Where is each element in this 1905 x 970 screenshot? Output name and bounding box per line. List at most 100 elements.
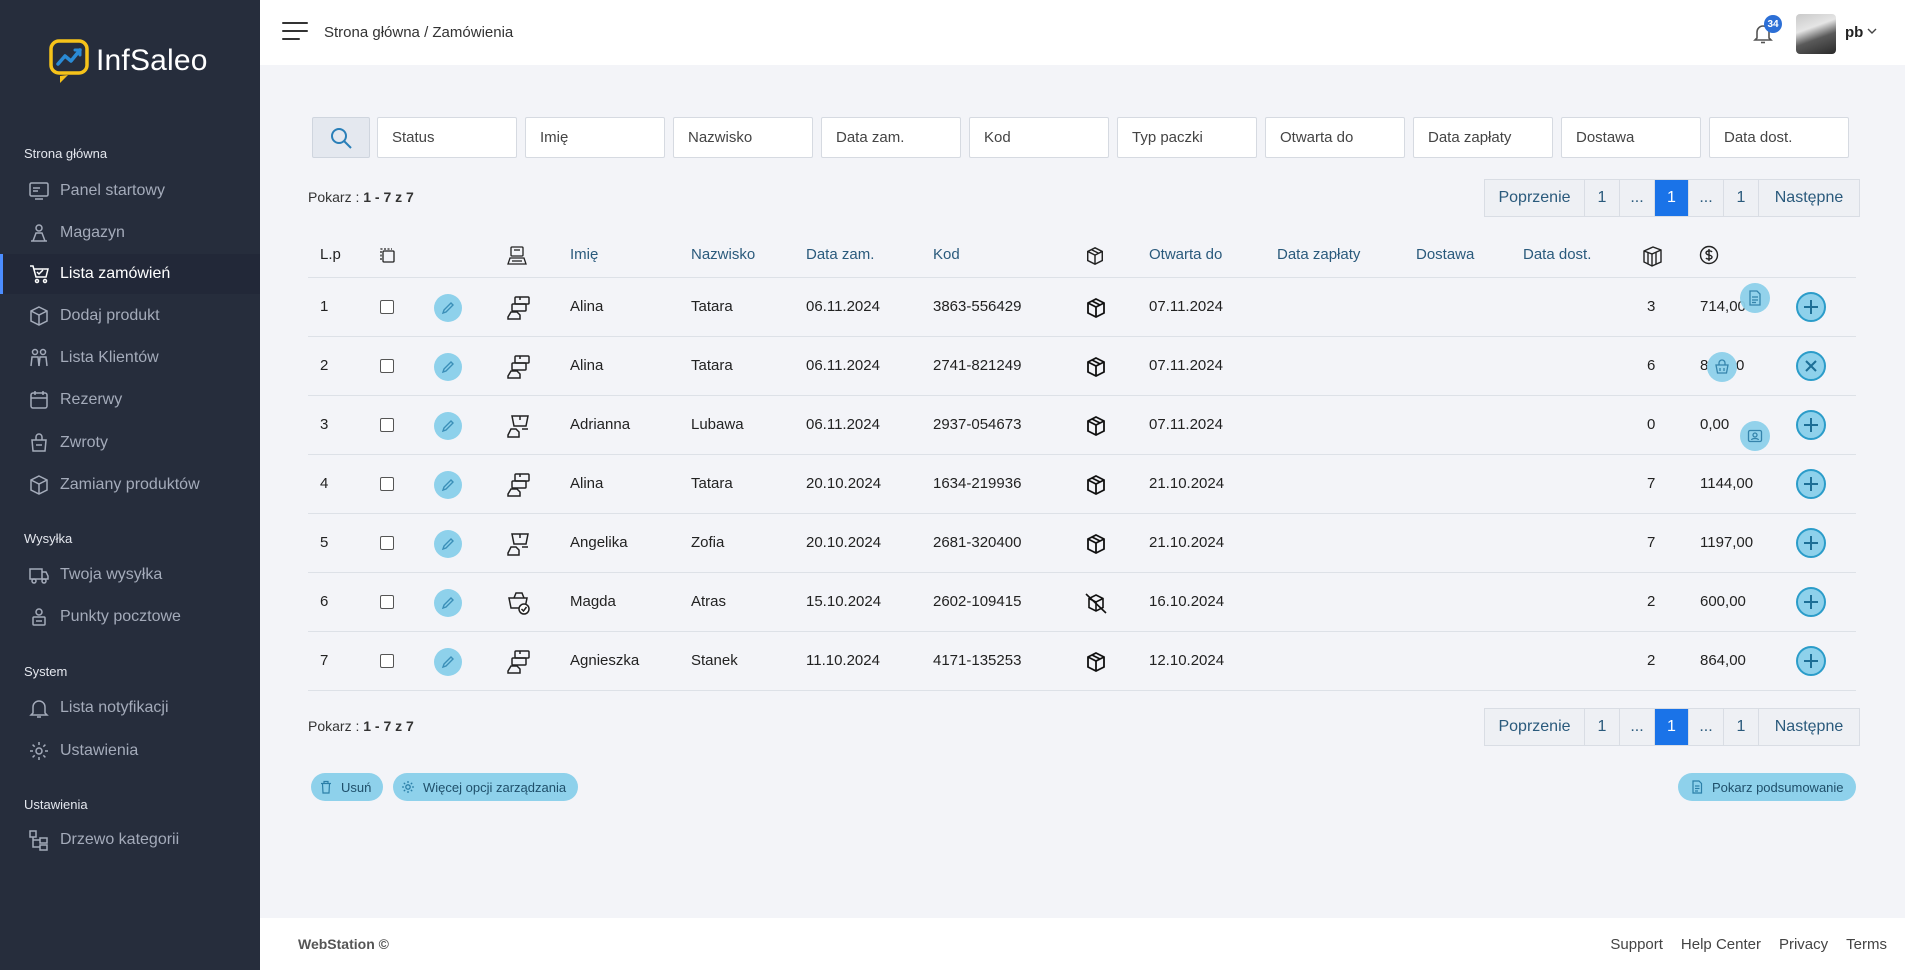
pagination-next[interactable]: Następne <box>1759 180 1859 216</box>
sidebar-item-ustawienia[interactable]: Ustawienia <box>0 731 260 771</box>
user-name[interactable]: pb <box>1845 24 1863 41</box>
filter-dostawa[interactable] <box>1561 117 1701 158</box>
table-row[interactable]: 2 Alina Tatara 06.11.2024 2741-821249 07.11.2… <box>308 337 1856 396</box>
edit-button[interactable] <box>434 530 462 558</box>
sidebar-item-twoja-wysylka[interactable]: Twoja wysyłka <box>0 555 260 595</box>
pagination-current[interactable]: 1 <box>1655 180 1689 216</box>
row-checkbox[interactable] <box>380 536 394 550</box>
footer-link-help-center[interactable]: Help Center <box>1681 936 1761 953</box>
close-button[interactable] <box>1796 351 1826 381</box>
cell-imie: Magda <box>570 593 616 610</box>
cell-data-zam: 20.10.2024 <box>806 475 882 492</box>
filter-data-dost[interactable] <box>1709 117 1849 158</box>
add-button[interactable] <box>1796 469 1826 499</box>
col-kod[interactable]: Kod <box>933 246 960 263</box>
col-imie[interactable]: Imię <box>570 246 598 263</box>
menu-icon[interactable] <box>282 22 308 42</box>
add-button[interactable] <box>1796 646 1826 676</box>
chevron-down-icon[interactable] <box>1867 26 1877 36</box>
cell-otwarta-do: 07.11.2024 <box>1149 298 1223 315</box>
more-options-button[interactable]: Więcej opcji zarządzania <box>393 773 579 801</box>
row-checkbox[interactable] <box>380 654 394 668</box>
col-dostawa[interactable]: Dostawa <box>1416 246 1474 263</box>
sidebar-item-lista-zamowien[interactable]: Lista zamówień <box>0 254 260 294</box>
pagination-current[interactable]: 1 <box>1655 709 1689 745</box>
avatar[interactable] <box>1796 14 1836 54</box>
pagination-first[interactable]: 1 <box>1585 709 1620 745</box>
footer-link-terms[interactable]: Terms <box>1846 936 1887 953</box>
col-data-zaplaty[interactable]: Data zapłaty <box>1277 246 1360 263</box>
sidebar-item-panel[interactable]: Panel startowy <box>0 171 260 211</box>
pagination-last[interactable]: 1 <box>1724 709 1759 745</box>
edit-button[interactable] <box>434 294 462 322</box>
add-button[interactable] <box>1796 292 1826 322</box>
table-row[interactable]: 1 Alina Tatara 06.11.2024 3863-556429 07.11.2… <box>308 278 1856 337</box>
filter-imie[interactable] <box>525 117 665 158</box>
edit-button[interactable] <box>434 471 462 499</box>
add-button[interactable] <box>1796 410 1826 440</box>
customer-card-button[interactable] <box>1740 421 1770 451</box>
sidebar-item-magazyn[interactable]: Magazyn <box>0 213 260 253</box>
filter-data-zam[interactable] <box>821 117 961 158</box>
sidebar-item-punkty-pocztowe[interactable]: Punkty pocztowe <box>0 597 260 637</box>
pagination-prev[interactable]: Poprzenie <box>1485 180 1585 216</box>
post-point-icon <box>28 606 50 628</box>
edit-button[interactable] <box>434 353 462 381</box>
col-data-zam[interactable]: Data zam. <box>806 246 874 263</box>
sidebar-item-zwroty[interactable]: Zwroty <box>0 423 260 463</box>
pagination-bottom: Poprzenie 1 ... 1 ... 1 Następne <box>1484 708 1860 746</box>
brand-logo[interactable]: InfSaleo <box>48 38 208 84</box>
search-button[interactable] <box>312 117 370 158</box>
row-checkbox[interactable] <box>380 359 394 373</box>
sidebar-item-lista-notyfikacji[interactable]: Lista notyfikacji <box>0 688 260 728</box>
table-row[interactable]: 4 Alina Tatara 20.10.2024 1634-219936 21.10.2… <box>308 455 1856 514</box>
table-row[interactable]: 6 Magda Atras 15.10.2024 2602-109415 16.10.20… <box>308 573 1856 632</box>
table-row[interactable]: 3 Adrianna Lubawa 06.11.2024 2937-054673 07.1… <box>308 396 1856 455</box>
edit-button[interactable] <box>434 648 462 676</box>
pagination-prev[interactable]: Poprzenie <box>1485 709 1585 745</box>
basket-check-icon <box>506 590 532 616</box>
sidebar-item-lista-klientow[interactable]: Lista Klientów <box>0 338 260 378</box>
cell-data-zam: 20.10.2024 <box>806 534 882 551</box>
delete-button[interactable]: Usuń <box>311 773 384 801</box>
row-checkbox[interactable] <box>380 418 394 432</box>
add-button[interactable] <box>1796 528 1826 558</box>
cell-nazwisko: Tatara <box>691 475 733 492</box>
filter-status[interactable] <box>377 117 517 158</box>
col-nazwisko[interactable]: Nazwisko <box>691 246 755 263</box>
sidebar-item-zamiany[interactable]: Zamiany produktów <box>0 465 260 505</box>
edit-button[interactable] <box>434 412 462 440</box>
show-summary-button[interactable]: Pokarz podsumowanie <box>1678 773 1856 801</box>
filter-typ-paczki[interactable] <box>1117 117 1257 158</box>
box-crossed-icon <box>1085 592 1107 614</box>
sidebar-item-rezerwy[interactable]: Rezerwy <box>0 380 260 420</box>
col-otwarta-do[interactable]: Otwarta do <box>1149 246 1222 263</box>
add-button[interactable] <box>1796 587 1826 617</box>
select-all-icon[interactable] <box>380 248 396 264</box>
footer-link-privacy[interactable]: Privacy <box>1779 936 1828 953</box>
sidebar-item-dodaj-produkt[interactable]: Dodaj produkt <box>0 296 260 336</box>
filter-nazwisko[interactable] <box>673 117 813 158</box>
basket-button[interactable] <box>1707 352 1737 382</box>
pagination-first[interactable]: 1 <box>1585 180 1620 216</box>
col-lp[interactable]: L.p <box>320 246 341 263</box>
col-data-dost[interactable]: Data dost. <box>1523 246 1591 263</box>
sidebar-item-drzewo-kategorii[interactable]: Drzewo kategorii <box>0 820 260 860</box>
cell-qty: 3 <box>1647 298 1656 315</box>
pagination-next[interactable]: Następne <box>1759 709 1859 745</box>
table-row[interactable]: 5 Angelika Zofia 20.10.2024 2681-320400 21.10… <box>308 514 1856 573</box>
footer-link-support[interactable]: Support <box>1610 936 1663 953</box>
row-checkbox[interactable] <box>380 300 394 314</box>
filter-otwarta-do[interactable] <box>1265 117 1405 158</box>
results-count-prefix: Pokarz : <box>308 718 364 734</box>
edit-button[interactable] <box>434 589 462 617</box>
invoice-button[interactable] <box>1740 283 1770 313</box>
table-row[interactable]: 7 Agnieszka Stanek 11.10.2024 4171-135253 12.… <box>308 632 1856 691</box>
filter-kod[interactable] <box>969 117 1109 158</box>
cell-otwarta-do: 07.11.2024 <box>1149 416 1223 433</box>
filter-data-zaplaty[interactable] <box>1413 117 1553 158</box>
row-checkbox[interactable] <box>380 595 394 609</box>
breadcrumb: Strona główna / Zamówienia <box>324 24 514 41</box>
row-checkbox[interactable] <box>380 477 394 491</box>
pagination-last[interactable]: 1 <box>1724 180 1759 216</box>
